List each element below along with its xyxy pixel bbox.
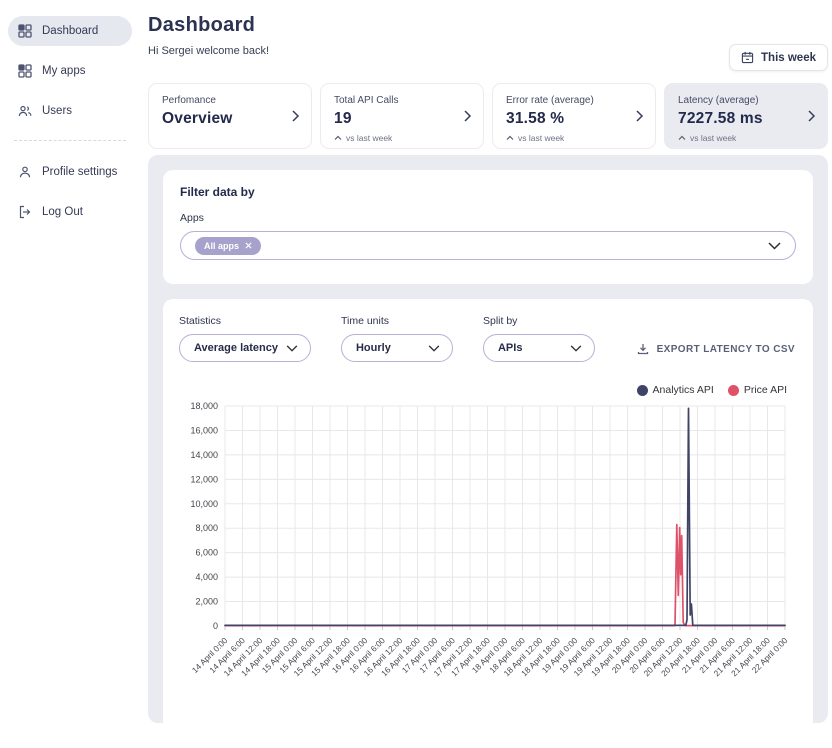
card-trend: vs last week xyxy=(678,133,797,143)
sidebar-item-label: Dashboard xyxy=(42,25,98,37)
card-trend: vs last week xyxy=(334,133,453,143)
svg-text:0: 0 xyxy=(213,621,218,631)
chevron-right-icon xyxy=(807,109,816,123)
sidebar-item-users[interactable]: Users xyxy=(8,96,132,126)
split-by-value: APIs xyxy=(498,342,522,354)
grid-icon xyxy=(18,24,32,38)
legend-dot xyxy=(728,385,739,396)
logout-icon xyxy=(18,205,32,219)
filter-card: Filter data by Apps All apps xyxy=(163,170,813,284)
statistics-card: Statistics Average latency Time units Ho… xyxy=(163,299,813,736)
chevron-right-icon xyxy=(463,109,472,123)
statistics-control: Statistics Average latency xyxy=(179,315,311,362)
chevron-up-icon xyxy=(678,135,686,141)
sidebar-item-log-out[interactable]: Log Out xyxy=(8,197,132,227)
card-label: Total API Calls xyxy=(334,95,453,106)
card-value: 7227.58 ms xyxy=(678,110,797,128)
card-label: Error rate (average) xyxy=(506,95,625,106)
svg-text:16,000: 16,000 xyxy=(190,425,218,435)
users-icon xyxy=(18,104,32,118)
card-performance[interactable]: Perfomance Overview xyxy=(148,83,312,149)
export-csv-label: EXPORT LATENCY TO CSV xyxy=(657,344,795,355)
legend-dot xyxy=(637,385,648,396)
page-title: Dashboard xyxy=(148,14,828,37)
all-apps-chip[interactable]: All apps xyxy=(195,237,261,255)
statistics-label: Statistics xyxy=(179,315,311,327)
sidebar: Dashboard My apps xyxy=(0,0,140,748)
card-label: Perfomance xyxy=(162,95,281,106)
card-value: Overview xyxy=(162,110,281,128)
time-units-control: Time units Hourly xyxy=(341,315,453,362)
chart-area: 14 April 0:0014 April 6:0014 April 12:00… xyxy=(179,398,795,717)
app-window: Dashboard My apps xyxy=(0,0,832,748)
time-units-label: Time units xyxy=(341,315,453,327)
card-latency[interactable]: Latency (average) 7227.58 ms vs last wee… xyxy=(664,83,828,149)
greeting-text: Hi Sergei welcome back! xyxy=(148,45,828,57)
sidebar-item-profile-settings[interactable]: Profile settings xyxy=(8,157,132,187)
main-content: Dashboard Hi Sergei welcome back! This w… xyxy=(140,0,832,748)
export-csv-button[interactable]: EXPORT LATENCY TO CSV xyxy=(637,343,795,362)
card-trend-label: vs last week xyxy=(346,133,392,143)
sidebar-item-label: Users xyxy=(42,105,72,117)
chevron-down-icon xyxy=(286,345,298,352)
this-week-label: This week xyxy=(761,52,816,64)
card-total-api-calls[interactable]: Total API Calls 19 vs last week xyxy=(320,83,484,149)
sidebar-divider xyxy=(14,140,126,141)
svg-text:12,000: 12,000 xyxy=(190,474,218,484)
filter-title: Filter data by xyxy=(180,185,796,199)
svg-text:14,000: 14,000 xyxy=(190,450,218,460)
calendar-icon xyxy=(741,51,754,64)
legend-label: Analytics API xyxy=(653,384,714,396)
close-icon[interactable] xyxy=(245,242,252,249)
split-by-select[interactable]: APIs xyxy=(483,334,595,362)
chevron-down-icon xyxy=(570,345,582,352)
sidebar-item-label: My apps xyxy=(42,65,85,77)
svg-text:18,000: 18,000 xyxy=(190,401,218,411)
split-by-label: Split by xyxy=(483,315,595,327)
chart-legend: Analytics API Price API xyxy=(179,384,787,396)
card-trend: vs last week xyxy=(506,133,625,143)
svg-text:2,000: 2,000 xyxy=(195,597,218,607)
split-by-control: Split by APIs xyxy=(483,315,595,362)
sidebar-item-label: Profile settings xyxy=(42,166,117,178)
chevron-right-icon xyxy=(291,109,300,123)
chevron-up-icon xyxy=(506,135,514,141)
time-units-select[interactable]: Hourly xyxy=(341,334,453,362)
legend-label: Price API xyxy=(744,384,787,396)
grid-icon xyxy=(18,64,32,78)
card-trend-label: vs last week xyxy=(690,133,736,143)
chart-controls: Statistics Average latency Time units Ho… xyxy=(179,315,795,362)
svg-text:4,000: 4,000 xyxy=(195,572,218,582)
download-icon xyxy=(637,343,649,355)
statistics-value: Average latency xyxy=(194,342,278,354)
legend-item-price-api[interactable]: Price API xyxy=(728,384,787,396)
svg-text:8,000: 8,000 xyxy=(195,523,218,533)
sidebar-item-my-apps[interactable]: My apps xyxy=(8,56,132,86)
chevron-down-icon[interactable] xyxy=(768,242,781,250)
chip-label: All apps xyxy=(204,241,239,251)
latency-chart[interactable]: 14 April 0:0014 April 6:0014 April 12:00… xyxy=(179,398,795,712)
apps-field-label: Apps xyxy=(180,212,796,224)
chevron-right-icon xyxy=(635,109,644,123)
stat-cards-row: Perfomance Overview Total API Calls 19 v… xyxy=(148,83,828,149)
card-value: 31.58 % xyxy=(506,110,625,128)
sidebar-item-dashboard[interactable]: Dashboard xyxy=(8,16,132,46)
card-trend-label: vs last week xyxy=(518,133,564,143)
chevron-up-icon xyxy=(334,135,342,141)
sidebar-item-label: Log Out xyxy=(42,206,83,218)
svg-text:6,000: 6,000 xyxy=(195,548,218,558)
card-error-rate[interactable]: Error rate (average) 31.58 % vs last wee… xyxy=(492,83,656,149)
user-icon xyxy=(18,165,32,179)
svg-text:10,000: 10,000 xyxy=(190,499,218,509)
chevron-down-icon xyxy=(428,345,440,352)
time-units-value: Hourly xyxy=(356,342,391,354)
apps-multiselect[interactable]: All apps xyxy=(180,231,796,260)
this-week-button[interactable]: This week xyxy=(729,44,828,71)
card-value: 19 xyxy=(334,110,453,128)
dashboard-panel: Filter data by Apps All apps Statistics xyxy=(148,155,828,723)
card-label: Latency (average) xyxy=(678,95,797,106)
legend-item-analytics-api[interactable]: Analytics API xyxy=(637,384,714,396)
statistics-select[interactable]: Average latency xyxy=(179,334,311,362)
